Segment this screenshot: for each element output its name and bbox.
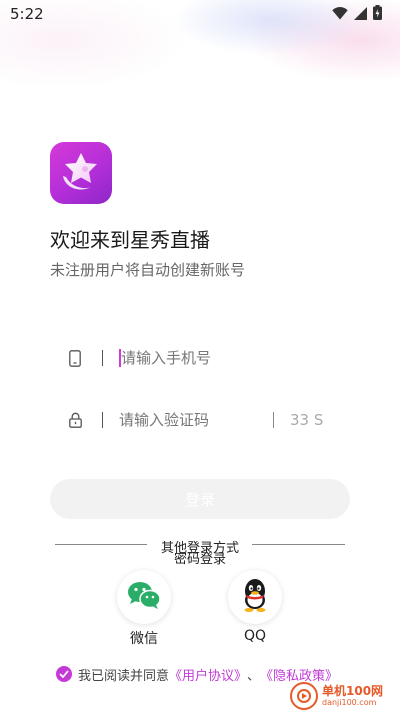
watermark-cn: 单机100网: [322, 683, 384, 698]
status-time: 5:22: [10, 5, 44, 23]
field-separator: [102, 350, 103, 366]
qq-circle[interactable]: [228, 570, 282, 624]
welcome-subtitle: 未注册用户将自动创建新账号: [50, 261, 246, 279]
wechat-label: 微信: [130, 631, 158, 647]
app-logo: [50, 142, 112, 204]
agreement-checkbox[interactable]: [56, 666, 72, 682]
countdown-separator: [273, 412, 274, 428]
phone-field-row: [66, 343, 356, 373]
phone-icon: [66, 348, 84, 368]
wifi-icon: [332, 5, 348, 24]
agreement-prefix: 我已阅读并同意: [78, 668, 170, 684]
star-moon-icon: [56, 146, 106, 200]
user-agreement-link[interactable]: 《用户协议》: [169, 665, 247, 684]
status-icons: [332, 4, 382, 24]
watermark-text: 单机100网 danji100.com: [322, 685, 383, 707]
phone-input[interactable]: [121, 349, 281, 367]
wechat-icon: [126, 580, 162, 614]
wechat-login-button[interactable]: 微信: [117, 570, 171, 648]
signal-icon: [354, 5, 367, 24]
watermark: 单机100网 danji100.com: [290, 680, 400, 711]
battery-icon: [373, 4, 382, 24]
watermark-logo-icon: [290, 681, 318, 710]
status-bar: 5:22: [0, 0, 400, 28]
qq-icon: [240, 578, 270, 616]
qq-label: QQ: [243, 628, 267, 644]
wechat-circle[interactable]: [117, 570, 171, 624]
qq-login-button[interactable]: QQ: [228, 570, 282, 644]
verification-code-input[interactable]: [119, 411, 267, 429]
agreement-separator: 、: [247, 668, 261, 684]
lock-icon: [66, 410, 84, 430]
resend-countdown: 33 S: [290, 411, 324, 429]
code-field-row: 33 S: [66, 405, 356, 435]
password-login-link[interactable]: 密码登录: [0, 548, 400, 567]
login-button[interactable]: 登录: [50, 479, 350, 519]
watermark-en: danji100.com: [322, 697, 377, 707]
check-icon: [59, 670, 69, 678]
field-separator: [102, 412, 103, 428]
welcome-title: 欢迎来到星秀直播: [50, 228, 210, 252]
